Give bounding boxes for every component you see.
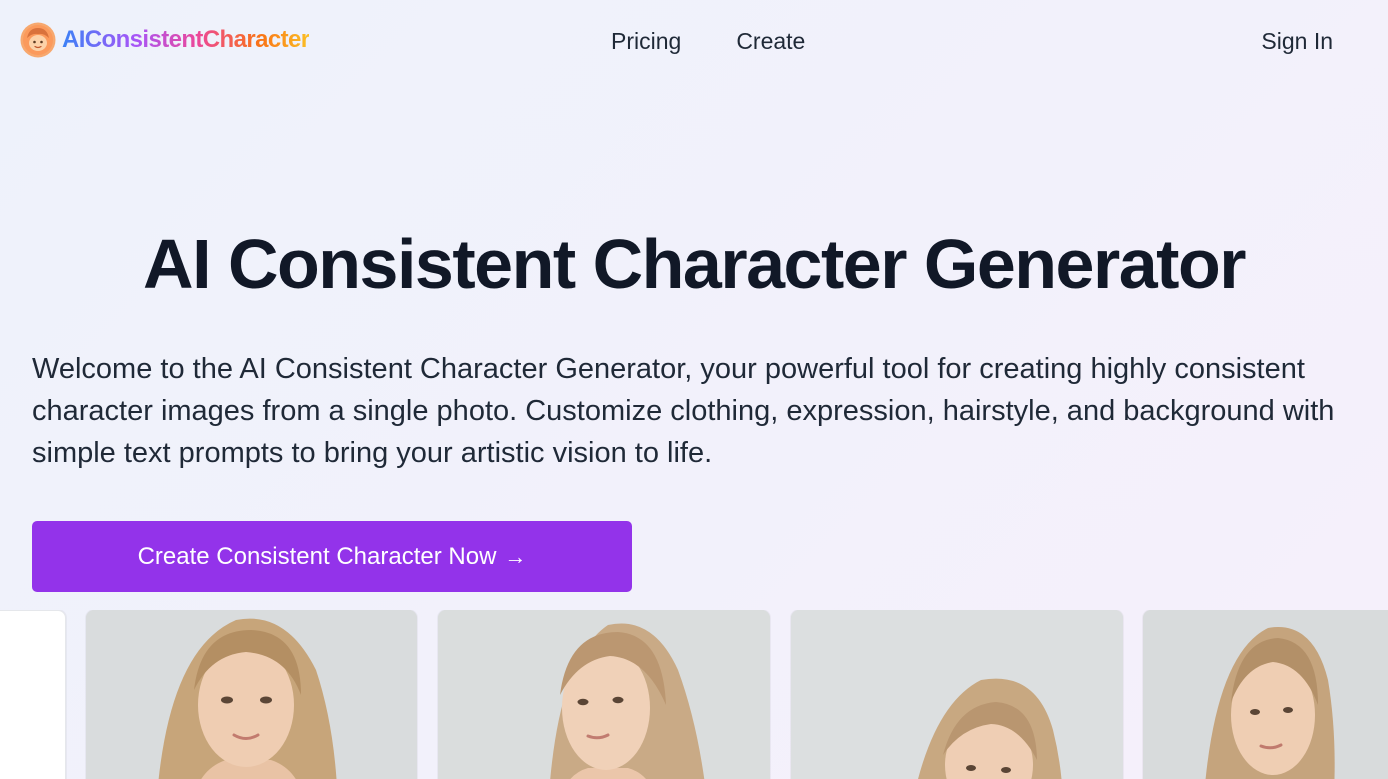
create-character-button[interactable]: Create Consistent Character Now → [32, 521, 632, 592]
logo-text: AIConsistentCharacter [62, 22, 310, 58]
sign-in-link[interactable]: Sign In [1261, 24, 1333, 58]
logo-icon [20, 22, 56, 58]
gallery-card-portrait[interactable] [86, 610, 417, 779]
hero-description: Welcome to the AI Consistent Character G… [32, 353, 1335, 469]
portrait-image [1143, 610, 1388, 779]
example-gallery [0, 610, 1388, 779]
arrow-right-icon: → [504, 543, 527, 569]
create-character-button-label: Create Consistent Character Now [137, 542, 497, 570]
gallery-card-placeholder[interactable] [0, 610, 66, 779]
page-title: AI Consistent Character Generator [143, 225, 1246, 303]
portrait-image [438, 610, 770, 779]
logo-link[interactable]: AIConsistentCharacter [20, 22, 310, 58]
gallery-card-portrait[interactable] [438, 610, 770, 779]
nav-item-create[interactable]: Create [736, 24, 805, 58]
gallery-card-portrait[interactable] [1143, 610, 1388, 779]
main-nav: Pricing Create [611, 24, 805, 58]
nav-item-pricing[interactable]: Pricing [611, 24, 681, 58]
site-header: AIConsistentCharacter Pricing Create Sig… [0, 0, 1388, 82]
gallery-card-portrait[interactable] [791, 610, 1123, 779]
portrait-image [86, 610, 417, 779]
portrait-image [791, 610, 1123, 779]
